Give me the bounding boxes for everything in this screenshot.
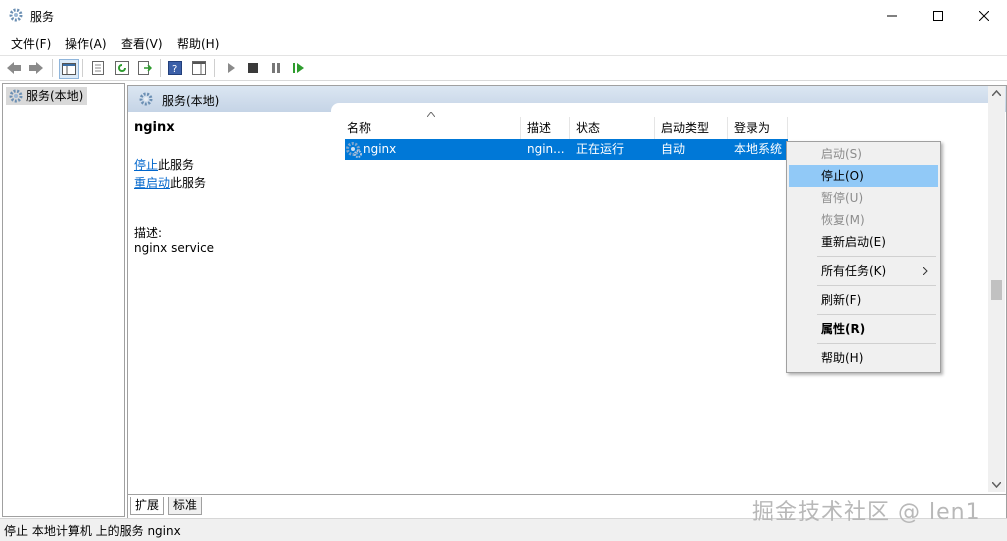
column-header-name[interactable]: 名称 <box>341 117 521 139</box>
stop-icon <box>248 63 258 73</box>
scroll-up-icon[interactable] <box>992 90 1001 96</box>
stop-link-suffix: 此服务 <box>158 158 195 172</box>
services-gear-icon <box>9 89 23 103</box>
submenu-chevron-right-icon <box>923 267 928 275</box>
console-tree-icon <box>62 63 76 75</box>
cell-name: nginx <box>363 142 397 156</box>
menu-separator <box>817 314 936 315</box>
service-detail-panel: nginx 停止此服务 重启动此服务 描述: nginx service <box>128 112 332 492</box>
start-service-button[interactable] <box>222 59 240 77</box>
toolbar-separator <box>52 59 53 77</box>
close-button[interactable] <box>961 0 1007 31</box>
restart-service-link[interactable]: 重启动 <box>134 176 170 190</box>
minimize-button[interactable] <box>869 0 915 31</box>
help-icon: ? <box>168 61 182 75</box>
arrow-right-icon <box>29 62 43 74</box>
menu-view[interactable]: 查看(V) <box>121 35 163 52</box>
description-text: nginx service <box>134 241 215 255</box>
menu-separator <box>817 256 936 257</box>
menu-help[interactable]: 帮助(H) <box>177 35 219 52</box>
menu-file[interactable]: 文件(F) <box>11 35 51 52</box>
svg-text:?: ? <box>172 64 177 75</box>
stop-service-line: 停止此服务 <box>134 156 194 173</box>
minimize-icon <box>887 15 897 16</box>
restart-service-line: 重启动此服务 <box>134 174 206 191</box>
menu-item-refresh[interactable]: 刷新(F) <box>789 289 938 311</box>
menu-item-help[interactable]: 帮助(H) <box>789 347 938 369</box>
vertical-scrollbar[interactable] <box>988 86 1005 492</box>
tab-extended[interactable]: 扩展 <box>130 497 165 515</box>
menu-item-resume[interactable]: 恢复(M) <box>789 209 938 231</box>
description-label: 描述: <box>134 226 163 240</box>
pause-service-button[interactable] <box>267 59 285 77</box>
maximize-icon <box>933 10 943 21</box>
services-gear-icon <box>139 92 153 106</box>
tab-standard[interactable]: 标准 <box>168 497 203 515</box>
arrow-left-icon <box>7 62 21 74</box>
toolbar-separator <box>214 59 215 77</box>
tree-item-services-local[interactable]: 服务(本地) <box>6 87 88 105</box>
cell-description: ngin... <box>527 142 565 156</box>
refresh-toolbar-button[interactable] <box>113 59 131 77</box>
pause-icon <box>272 63 280 73</box>
column-header-description[interactable]: 描述 <box>521 117 570 139</box>
title-bar: 服务 <box>0 0 1007 31</box>
toolbar: ? <box>0 55 1007 81</box>
restart-icon <box>293 63 304 73</box>
menu-item-stop[interactable]: 停止(O) <box>789 165 938 187</box>
watermark-text: 掘金技术社区 @ len1 <box>752 500 981 525</box>
menu-bar: 文件(F) 操作(A) 查看(V) 帮助(H) <box>0 31 1007 53</box>
stop-service-link[interactable]: 停止 <box>134 158 158 172</box>
menu-separator <box>817 285 936 286</box>
menu-item-pause[interactable]: 暂停(U) <box>789 187 938 209</box>
restart-link-suffix: 此服务 <box>170 176 207 190</box>
close-icon <box>979 10 989 21</box>
tree-item-label: 服务(本地) <box>26 89 84 103</box>
cell-status: 正在运行 <box>576 142 625 156</box>
menu-item-properties[interactable]: 属性(R) <box>789 318 938 340</box>
restart-service-button[interactable] <box>290 59 308 77</box>
menu-item-start[interactable]: 启动(S) <box>789 143 938 165</box>
table-row[interactable]: nginx ngin... 正在运行 自动 本地系统 <box>345 139 788 160</box>
menu-item-restart[interactable]: 重新启动(E) <box>789 231 938 253</box>
services-gear-icon <box>8 7 24 23</box>
show-action-pane-button[interactable] <box>190 59 208 77</box>
refresh-icon <box>115 61 129 75</box>
cell-startup-type: 自动 <box>661 142 686 156</box>
toolbar-separator <box>82 59 83 77</box>
scrollbar-thumb[interactable] <box>991 280 1002 300</box>
service-gear-icon <box>346 142 362 158</box>
column-header-status[interactable]: 状态 <box>570 117 655 139</box>
stop-service-button[interactable] <box>244 59 262 77</box>
forward-button[interactable] <box>27 59 45 77</box>
properties-icon <box>92 61 104 75</box>
scroll-down-icon[interactable] <box>992 482 1001 488</box>
pane-header-title: 服务(本地) <box>162 94 220 108</box>
maximize-button[interactable] <box>915 0 961 31</box>
cell-logon-as: 本地系统 <box>734 142 783 156</box>
export-list-button[interactable] <box>136 59 154 77</box>
back-button[interactable] <box>5 59 23 77</box>
export-list-icon <box>138 61 152 75</box>
properties-toolbar-button[interactable] <box>89 59 107 77</box>
help-toolbar-button[interactable]: ? <box>166 59 184 77</box>
service-name-heading: nginx <box>134 120 175 135</box>
column-header-startup-type[interactable]: 启动类型 <box>655 117 728 139</box>
console-tree: 服务(本地) <box>2 83 125 517</box>
menu-separator <box>817 343 936 344</box>
action-pane-icon <box>192 61 206 75</box>
column-header-logon-as[interactable]: 登录为 <box>728 117 788 139</box>
status-text: 停止 本地计算机 上的服务 nginx <box>4 524 181 538</box>
menu-item-all-tasks[interactable]: 所有任务(K) <box>789 260 938 282</box>
window-title: 服务 <box>30 10 55 24</box>
play-icon <box>228 63 235 73</box>
context-menu: 启动(S) 停止(O) 暂停(U) 恢复(M) 重新启动(E) 所有任务(K) … <box>786 141 941 373</box>
menu-action[interactable]: 操作(A) <box>65 35 107 52</box>
toolbar-separator <box>160 59 161 77</box>
show-console-tree-button[interactable] <box>59 59 79 79</box>
